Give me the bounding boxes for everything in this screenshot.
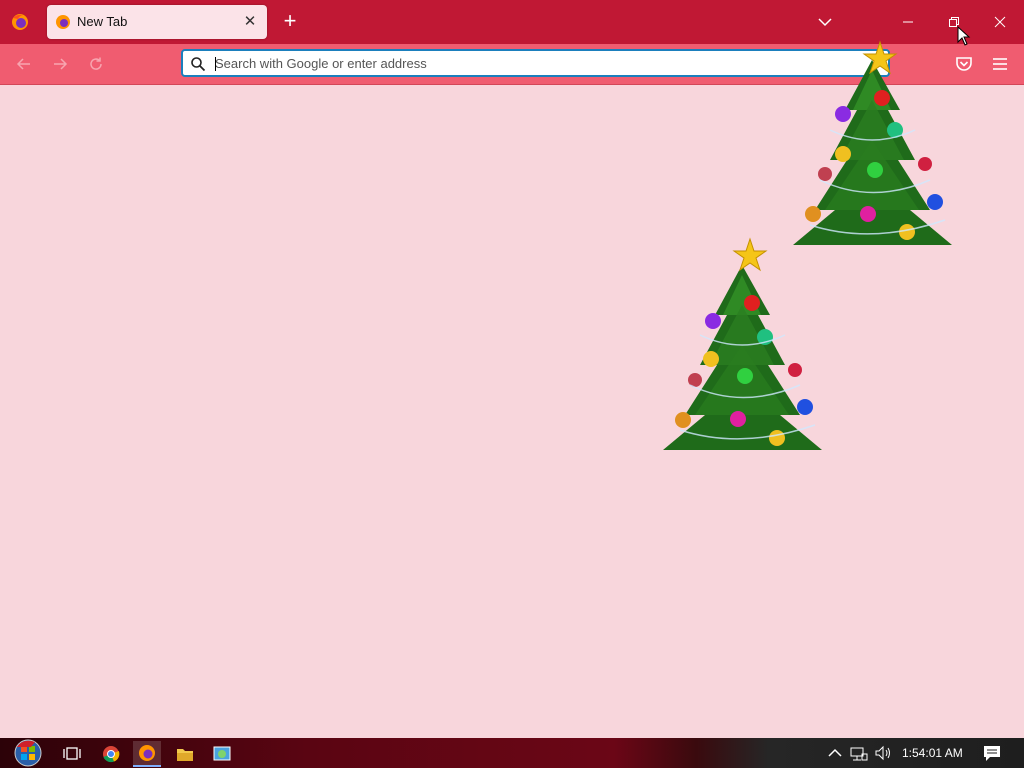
task-view-icon [63, 747, 81, 760]
search-icon [191, 57, 206, 72]
taskbar: 1:54:01 AM [0, 738, 1024, 768]
firefox-icon[interactable] [10, 12, 30, 32]
start-button[interactable] [10, 738, 46, 768]
firefox-taskbar-button[interactable] [133, 741, 161, 767]
file-explorer-taskbar-button[interactable] [171, 741, 199, 767]
control-panel-taskbar-button[interactable] [208, 741, 236, 767]
chrome-icon [103, 746, 120, 763]
network-icon[interactable] [850, 744, 868, 762]
minimize-icon [903, 21, 913, 23]
forward-button[interactable] [50, 54, 70, 74]
firefox-icon [56, 15, 70, 29]
back-button[interactable] [14, 54, 34, 74]
taskbar-clock[interactable]: 1:54:01 AM [902, 746, 963, 760]
new-tab-button[interactable]: + [280, 10, 300, 32]
volume-icon[interactable] [874, 744, 892, 762]
forward-arrow-icon [54, 58, 68, 70]
search-input[interactable] [215, 54, 855, 72]
chevron-down-icon[interactable] [816, 13, 834, 31]
tab-new-tab[interactable]: New Tab ✕ [47, 5, 267, 39]
show-hidden-icons-icon[interactable] [826, 744, 844, 762]
task-view-button[interactable] [58, 741, 86, 767]
control-panel-icon [213, 746, 231, 761]
firefox-icon [139, 745, 155, 761]
christmas-tree-top-right [793, 40, 952, 245]
tab-title: New Tab [77, 14, 128, 29]
hamburger-menu-icon[interactable] [990, 54, 1010, 74]
christmas-tree-center-right [663, 237, 822, 450]
address-bar[interactable] [181, 49, 890, 77]
close-tab-button[interactable]: ✕ [241, 12, 259, 30]
chrome-taskbar-button[interactable] [97, 741, 125, 767]
folder-icon [177, 749, 193, 761]
back-arrow-icon [16, 58, 30, 70]
close-icon [994, 16, 1006, 28]
reload-icon [90, 57, 102, 70]
reload-button[interactable] [86, 54, 106, 74]
close-window-button[interactable] [977, 0, 1023, 44]
start-orb-icon [14, 739, 42, 767]
mouse-cursor-icon [957, 26, 971, 46]
action-center-icon[interactable] [982, 743, 1002, 763]
text-caret [215, 57, 216, 71]
